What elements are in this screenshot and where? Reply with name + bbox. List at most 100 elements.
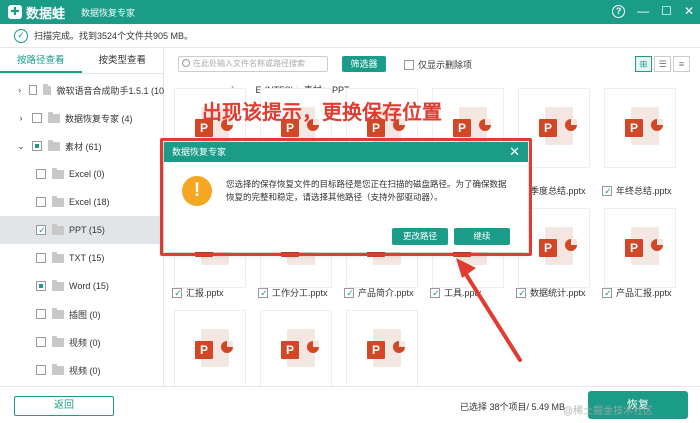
tab-by-type[interactable]: 按类型查看 — [82, 48, 164, 73]
search-icon — [182, 59, 190, 67]
scan-status-bar: ✓ 扫描完成。找到3524个文件共905 MB。 — [0, 24, 700, 48]
tree-checkbox[interactable] — [36, 225, 47, 235]
file-checkbox[interactable] — [430, 287, 441, 298]
tree-item[interactable]: Excel (0) — [0, 160, 164, 188]
tree-item[interactable]: › 微软语音合成助手1.5.1 (10 — [0, 76, 164, 104]
watermark: @稀土掘金技术社区 — [563, 406, 654, 417]
annotation-box — [160, 138, 532, 256]
deleted-only-toggle[interactable]: 仅显示删除项 — [404, 58, 472, 71]
tree-item-label: Excel (0) — [69, 169, 105, 179]
file-name-row[interactable]: 产品简介.pptx — [344, 286, 414, 299]
file-name: 产品简介.pptx — [358, 288, 414, 298]
help-icon[interactable]: ? — [612, 4, 626, 18]
file-thumbnail[interactable]: P — [174, 310, 246, 390]
tree-item[interactable]: PPT (15) — [0, 216, 164, 244]
file-thumbnail[interactable]: P — [604, 208, 676, 288]
pptx-file-icon: P — [281, 329, 319, 369]
file-thumbnail[interactable]: P — [260, 310, 332, 390]
tree-item[interactable]: › 数据恢复专家 (4) — [0, 104, 164, 132]
tree-checkbox[interactable] — [32, 141, 42, 151]
tree-item[interactable]: Word (15) — [0, 272, 164, 300]
file-name: 工作分工.pptx — [272, 288, 328, 298]
tree-item-label: 插图 (0) — [69, 309, 101, 320]
tree-item-label: 视频 (0) — [69, 337, 101, 348]
tree-checkbox[interactable] — [36, 309, 46, 319]
file-name-row[interactable]: 数据统计.pptx — [516, 286, 586, 299]
tree-item-label: Excel (18) — [69, 197, 110, 207]
deleted-only-checkbox[interactable] — [404, 59, 414, 70]
maximize-icon[interactable]: ☐ — [661, 4, 672, 18]
tree-checkbox[interactable] — [32, 113, 42, 123]
search-input[interactable]: 在此处输入文件名称或路径搜索 — [178, 56, 328, 72]
file-name-row[interactable]: 产品汇报.pptx — [602, 286, 672, 299]
folder-icon — [52, 195, 64, 207]
deleted-only-label: 仅显示删除项 — [418, 60, 473, 70]
tree-item[interactable]: Excel (18) — [0, 188, 164, 216]
tree-checkbox[interactable] — [36, 253, 46, 263]
file-name-row[interactable]: 工具.pptx — [430, 286, 482, 299]
chevron-right-icon[interactable]: › — [16, 85, 23, 95]
app-logo: ✚ 数据蛙 — [8, 3, 65, 22]
tree-item-label: Word (15) — [69, 281, 109, 291]
tree-checkbox[interactable] — [36, 169, 46, 179]
file-checkbox[interactable] — [602, 287, 613, 298]
file-name-row[interactable]: 汇报.pptx — [172, 286, 224, 299]
view-switcher: ⊞ ☰ ≡ — [633, 56, 690, 72]
file-thumbnail[interactable]: P — [604, 88, 676, 168]
selection-summary: 已选择 38个项目/ 5.49 MB — [460, 402, 566, 412]
tree-checkbox[interactable] — [36, 337, 46, 347]
toolbar: 在此处输入文件名称或路径搜索 筛选器 仅显示删除项 ⊞ ☰ ≡ — [164, 48, 700, 78]
file-name: 年终总结.pptx — [616, 186, 672, 196]
back-button[interactable]: 返回 — [14, 396, 114, 416]
tree-item[interactable]: 视频 (0) — [0, 356, 164, 384]
tree-checkbox[interactable] — [36, 197, 46, 207]
pptx-file-icon: P — [195, 329, 233, 369]
title-bar: ✚ 数据蛙 数据恢复专家 ? — ☐ ✕ — [0, 0, 700, 24]
file-name: 数据统计.pptx — [530, 288, 586, 298]
tree-item-label: 微软语音合成助手1.5.1 (10 — [56, 85, 164, 96]
annotation-text: 出现该提示，更换保存位置 — [202, 102, 442, 124]
tree-item[interactable]: 插图 (0) — [0, 300, 164, 328]
tree-item[interactable]: ⌄ 素材 (61) — [0, 132, 164, 160]
folder-icon — [52, 167, 64, 179]
detail-view-icon[interactable]: ≡ — [673, 56, 690, 72]
file-checkbox[interactable] — [344, 287, 355, 298]
file-checkbox[interactable] — [516, 287, 527, 298]
tree-item-label: 视频 (0) — [69, 365, 101, 376]
tree-item-label: 数据恢复专家 (4) — [65, 113, 133, 124]
close-icon[interactable]: ✕ — [684, 4, 694, 18]
tree-item-label: 素材 (61) — [65, 141, 102, 152]
tree-item[interactable]: TXT (15) — [0, 244, 164, 272]
folder-icon — [52, 363, 64, 375]
minimize-icon[interactable]: — — [637, 4, 649, 18]
file-name-row[interactable]: 工作分工.pptx — [258, 286, 328, 299]
file-name: 工具.pptx — [444, 288, 482, 298]
pptx-file-icon: P — [539, 227, 577, 267]
folder-icon — [52, 307, 64, 319]
grid-view-icon[interactable]: ⊞ — [635, 56, 652, 72]
window-controls: ? — ☐ ✕ — [612, 4, 694, 18]
app-subtitle: 数据恢复专家 — [81, 7, 136, 18]
file-thumbnail[interactable]: P — [346, 310, 418, 390]
tree-checkbox[interactable] — [36, 365, 46, 375]
folder-icon — [52, 335, 64, 347]
folder-icon — [52, 279, 64, 291]
tree-item[interactable]: 视频 (0) — [0, 328, 164, 356]
list-view-icon[interactable]: ☰ — [654, 56, 671, 72]
search-placeholder: 在此处输入文件名称或路径搜索 — [193, 59, 305, 68]
pptx-file-icon: P — [539, 107, 577, 147]
check-circle-icon: ✓ — [14, 28, 28, 43]
file-name: 产品汇报.pptx — [616, 288, 672, 298]
file-checkbox[interactable] — [602, 185, 613, 196]
chevron-right-icon[interactable]: › — [16, 113, 26, 123]
filter-button[interactable]: 筛选器 — [342, 56, 386, 72]
tree-checkbox[interactable] — [36, 281, 46, 291]
file-checkbox[interactable] — [258, 287, 269, 298]
tab-by-path[interactable]: 按路径查看 — [0, 48, 82, 73]
folder-icon — [52, 251, 64, 263]
file-name-row[interactable]: 年终总结.pptx — [602, 184, 672, 197]
chevron-down-icon[interactable]: ⌄ — [16, 141, 26, 152]
view-mode-tabs: 按路径查看 按类型查看 — [0, 48, 163, 74]
file-checkbox[interactable] — [172, 287, 183, 298]
tree-checkbox[interactable] — [29, 85, 37, 95]
